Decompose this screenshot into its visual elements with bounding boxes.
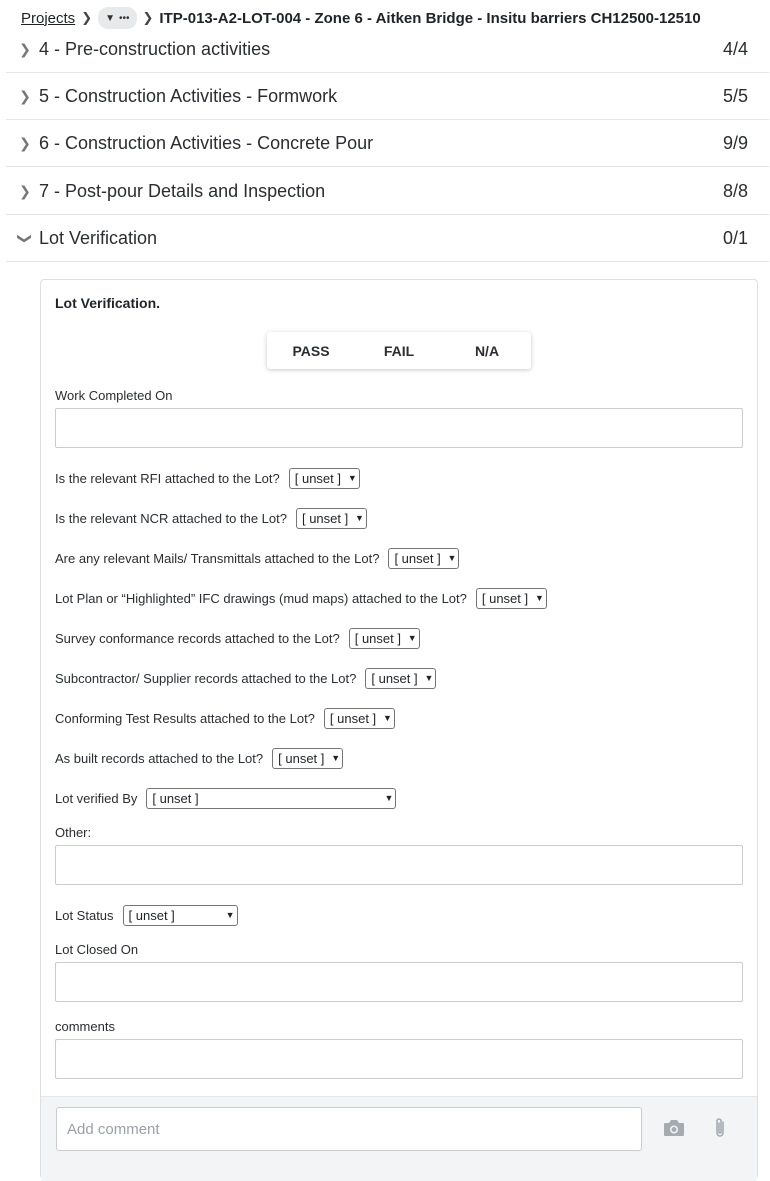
- section-label: 6 - Construction Activities - Concrete P…: [39, 132, 374, 153]
- chevron-down-icon: ▼: [447, 553, 457, 563]
- verified-by-label: Lot verified By: [55, 790, 138, 806]
- section-row-pre-construction[interactable]: ❯ 4 - Pre-construction activities 4/4: [6, 26, 769, 73]
- survey-select[interactable]: [ unset ] ▼: [348, 627, 420, 649]
- question-lot-plan: Lot Plan or “Highlighted” IFC drawings (…: [55, 587, 547, 609]
- work-completed-input[interactable]: [55, 408, 743, 448]
- question-rfi: Is the relevant RFI attached to the Lot?…: [55, 467, 360, 489]
- comments-input[interactable]: [55, 1039, 743, 1079]
- na-button[interactable]: N/A: [443, 332, 531, 369]
- fail-button[interactable]: FAIL: [355, 332, 443, 369]
- rfi-select[interactable]: [ unset ] ▼: [288, 467, 360, 489]
- question-label: Survey conformance records attached to t…: [55, 630, 340, 646]
- chevron-down-icon: ▼: [407, 633, 417, 643]
- other-input[interactable]: [55, 845, 743, 885]
- question-as-built: As built records attached to the Lot? [ …: [55, 747, 344, 769]
- paperclip-icon[interactable]: [707, 1115, 733, 1141]
- chevron-right-icon: ❯: [81, 10, 93, 25]
- question-label: Lot Plan or “Highlighted” IFC drawings (…: [55, 590, 467, 606]
- section-row-concrete-pour[interactable]: ❯ 6 - Construction Activities - Concrete…: [6, 120, 769, 167]
- ellipsis-icon: •••: [119, 12, 130, 24]
- chevron-down-icon: ▼: [225, 910, 235, 920]
- section-count: 5/5: [722, 85, 748, 106]
- lot-status-row: Lot Status [ unset ] ▼: [55, 904, 238, 926]
- question-test-results: Conforming Test Results attached to the …: [55, 707, 395, 729]
- panel-title: Lot Verification.: [55, 295, 161, 311]
- as-built-select[interactable]: [ unset ] ▼: [272, 747, 344, 769]
- test-results-select[interactable]: [ unset ] ▼: [323, 707, 395, 729]
- chevron-right-icon: ❯: [142, 10, 154, 25]
- comment-bar: Add comment: [41, 1096, 757, 1181]
- add-comment-input[interactable]: Add comment: [56, 1107, 642, 1151]
- question-label: Is the relevant NCR attached to the Lot?: [55, 510, 287, 526]
- question-subcontractor: Subcontractor/ Supplier records attached…: [55, 667, 437, 689]
- breadcrumb-current: ITP-013-A2-LOT-004 - Zone 6 - Aitken Bri…: [159, 9, 701, 27]
- chevron-right-icon: ❯: [19, 134, 31, 151]
- section-label: 7 - Post-pour Details and Inspection: [39, 180, 326, 201]
- chevron-down-icon: ▼: [347, 473, 357, 483]
- chevron-down-icon: ▼: [384, 793, 394, 803]
- camera-icon[interactable]: [661, 1115, 687, 1141]
- section-label: Lot Verification: [39, 227, 158, 248]
- chevron-down-icon: ▼: [424, 673, 434, 683]
- chevron-down-icon: ▼: [534, 593, 544, 603]
- lot-verification-panel: Lot Verification. PASS FAIL N/A Work Com…: [40, 279, 758, 1181]
- lot-closed-on-label: Lot Closed On: [55, 942, 139, 957]
- mails-select[interactable]: [ unset ] ▼: [388, 547, 460, 569]
- question-label: As built records attached to the Lot?: [55, 750, 264, 766]
- section-row-lot-verification[interactable]: ❯ Lot Verification 0/1: [6, 215, 769, 262]
- question-label: Subcontractor/ Supplier records attached…: [55, 670, 357, 686]
- chevron-right-icon: ❯: [19, 182, 31, 199]
- question-label: Is the relevant RFI attached to the Lot?: [55, 470, 280, 486]
- chevron-down-icon: ▼: [331, 753, 341, 763]
- verified-by-select[interactable]: [ unset ] ▼: [146, 787, 397, 809]
- question-label: Are any relevant Mails/ Transmittals att…: [55, 550, 380, 566]
- other-label: Other:: [55, 825, 92, 840]
- breadcrumb-projects-link[interactable]: Projects: [21, 10, 75, 27]
- section-count: 9/9: [722, 132, 748, 153]
- section-count: 0/1: [722, 227, 748, 248]
- ncr-select[interactable]: [ unset ] ▼: [295, 507, 367, 529]
- section-count: 4/4: [722, 38, 748, 59]
- chevron-right-icon: ❯: [19, 40, 31, 57]
- section-row-formwork[interactable]: ❯ 5 - Construction Activities - Formwork…: [6, 73, 769, 120]
- work-completed-label: Work Completed On: [55, 388, 173, 403]
- question-survey: Survey conformance records attached to t…: [55, 627, 420, 649]
- question-ncr: Is the relevant NCR attached to the Lot?…: [55, 507, 367, 529]
- section-count: 8/8: [722, 180, 748, 201]
- lot-status-select[interactable]: [ unset ] ▼: [122, 904, 238, 926]
- pass-fail-group: PASS FAIL N/A: [267, 332, 531, 369]
- question-label: Conforming Test Results attached to the …: [55, 710, 315, 726]
- verified-by-row: Lot verified By [ unset ] ▼: [55, 787, 397, 809]
- caret-down-icon: ▼: [105, 12, 115, 24]
- lot-plan-select[interactable]: [ unset ] ▼: [475, 587, 547, 609]
- pass-button[interactable]: PASS: [267, 332, 355, 369]
- question-mails: Are any relevant Mails/ Transmittals att…: [55, 547, 460, 569]
- section-label: 4 - Pre-construction activities: [39, 38, 271, 59]
- chevron-down-icon: ❯: [17, 232, 34, 244]
- chevron-right-icon: ❯: [19, 87, 31, 104]
- subcontractor-select[interactable]: [ unset ] ▼: [365, 667, 437, 689]
- section-row-post-pour[interactable]: ❯ 7 - Post-pour Details and Inspection 8…: [6, 168, 769, 215]
- lot-closed-on-input[interactable]: [55, 962, 743, 1002]
- chevron-down-icon: ▼: [383, 713, 392, 723]
- chevron-down-icon: ▼: [355, 513, 364, 523]
- lot-status-label: Lot Status: [55, 907, 114, 923]
- section-label: 5 - Construction Activities - Formwork: [39, 85, 338, 106]
- comments-label: comments: [55, 1019, 115, 1034]
